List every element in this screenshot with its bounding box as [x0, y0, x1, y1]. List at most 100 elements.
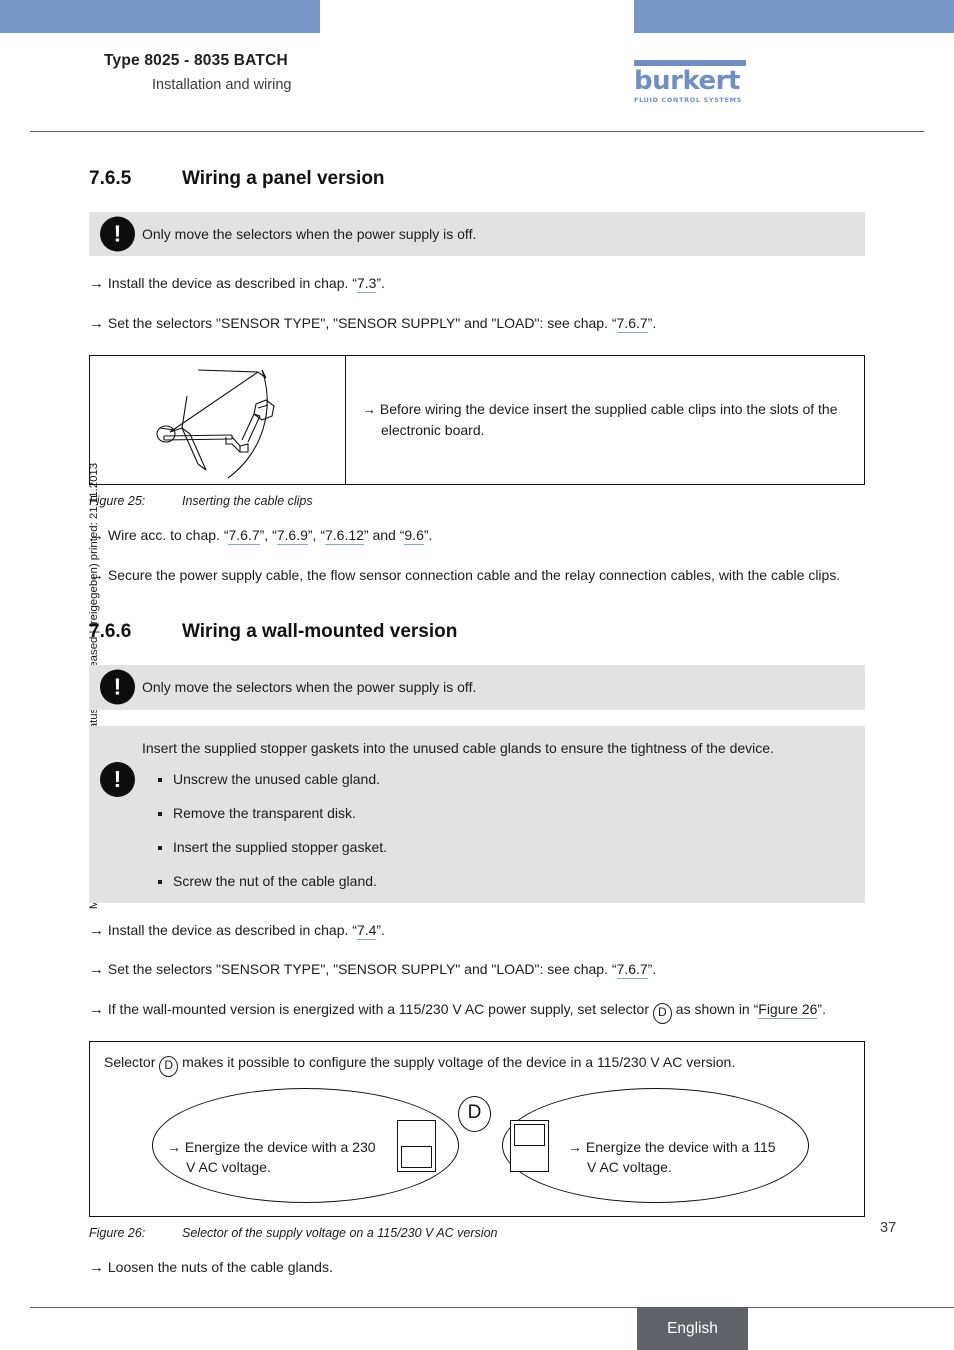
note-intro-text: Insert the supplied stopper gaskets into…	[142, 739, 774, 756]
burkert-logo: burkert FLUID CONTROL SYSTEMS	[634, 60, 746, 104]
heading-text: Wiring a wall-mounted version	[182, 621, 458, 643]
top-accent-bar-right	[634, 0, 954, 33]
header-divider	[30, 131, 924, 132]
option-115v-label: Energize the device with a 115 V AC volt…	[585, 1138, 776, 1176]
language-badge: English	[637, 1308, 748, 1350]
footer-divider	[30, 1307, 954, 1308]
option-230v-label: Energize the device with a 230 V AC volt…	[184, 1138, 376, 1176]
figure-25-caption-text: Inserting the cable clips	[182, 494, 313, 509]
note-text: Only move the selectors when the power s…	[142, 679, 477, 696]
document-subtitle: Installation and wiring	[152, 77, 292, 93]
chapter-link-7-6-7[interactable]: 7.6.7	[228, 527, 260, 546]
warning-icon-glyph: !	[113, 765, 122, 792]
list-item: Insert the supplied stopper gasket.	[158, 839, 851, 855]
logo-wordmark: burkert	[634, 66, 740, 96]
selector-switch-230v	[397, 1119, 436, 1172]
figure-26-lead-post: makes it possible to configure the suppl…	[178, 1053, 736, 1070]
step-sep: ”, “	[307, 527, 325, 544]
note-bullet-list: Unscrew the unused cable gland. Remove t…	[142, 771, 851, 889]
arrow-icon: →	[89, 1258, 104, 1276]
heading-number: 7.6.5	[89, 168, 132, 189]
step-wire-acc: → Wire acc. to chap. “7.6.7”, “7.6.9”, “…	[89, 525, 865, 548]
list-item: Screw the nut of the cable gland.	[158, 873, 851, 889]
figure-link-26[interactable]: Figure 26	[758, 1000, 818, 1019]
step-text-pre: Install the device as described in chap.…	[107, 921, 357, 938]
selector-d-icon: D	[159, 1055, 179, 1077]
figure-26-lead-pre: Selector	[104, 1053, 160, 1070]
figure-25-label: Figure 25:	[89, 494, 146, 509]
arrow-icon: →	[89, 275, 104, 293]
step-set-selectors: → Set the selectors "SENSOR TYPE", "SENS…	[89, 313, 865, 336]
figure-25-instruction: → Before wiring the device insert the su…	[362, 399, 852, 441]
heading-text: Wiring a panel version	[182, 168, 385, 189]
page-content: 7.6.5 Wiring a panel version ! Only move…	[89, 168, 865, 1279]
heading-7-6-6: 7.6.6 Wiring a wall-mounted version	[89, 621, 865, 643]
document-title: Type 8025 - 8035 BATCH	[104, 52, 288, 69]
step-secure-cables: → Secure the power supply cable, the flo…	[89, 565, 865, 588]
step-install-device: → Install the device as described in cha…	[89, 273, 865, 296]
option-115v-text: → Energize the device with a 115 V AC vo…	[568, 1137, 777, 1178]
step-text-pre: Install the device as described in chap.…	[107, 275, 357, 292]
step-text-post: ”.	[376, 921, 385, 938]
warning-icon-glyph: !	[113, 673, 122, 700]
figure-25-illustration-cell	[90, 356, 346, 485]
note-box-stopper-gaskets: ! Insert the supplied stopper gaskets in…	[89, 725, 865, 903]
chapter-link-7-6-9[interactable]: 7.6.9	[276, 527, 308, 546]
arrow-icon: →	[89, 961, 104, 979]
step-text: Secure the power supply cable, the flow …	[107, 566, 841, 583]
list-item: Remove the transparent disk.	[158, 805, 851, 821]
step-text-pre: If the wall-mounted version is energized…	[107, 1000, 653, 1017]
arrow-icon: →	[89, 566, 104, 584]
page-number: 37	[880, 1220, 897, 1236]
step-sep: ”, “	[259, 527, 277, 544]
chapter-link-9-6[interactable]: 9.6	[404, 527, 424, 546]
note-text: Only move the selectors when the power s…	[142, 226, 477, 242]
figure-26-caption: Figure 26: Selector of the supply voltag…	[89, 1226, 865, 1240]
arrow-icon: →	[89, 1000, 104, 1018]
arrow-icon: →	[89, 527, 104, 545]
arrow-icon: →	[568, 1138, 582, 1155]
switch-slider-up	[514, 1123, 545, 1146]
chapter-link-7-6-7[interactable]: 7.6.7	[616, 961, 648, 980]
step-text-pre: Set the selectors "SENSOR TYPE", "SENSOR…	[107, 961, 617, 978]
selector-d-marker: D	[458, 1095, 491, 1132]
note-box-selectors-power-off: ! Only move the selectors when the power…	[89, 212, 865, 257]
chapter-link-7-6-12[interactable]: 7.6.12	[324, 527, 364, 546]
top-accent-bar-left	[0, 0, 320, 33]
figure-26-label: Figure 26:	[89, 1225, 146, 1240]
step-text-post: ”.	[817, 1000, 826, 1017]
list-item: Unscrew the unused cable gland.	[158, 771, 851, 787]
step-selector-voltage: → If the wall-mounted version is energiz…	[89, 999, 865, 1024]
step-loosen-nuts: → Loosen the nuts of the cable glands.	[89, 1257, 865, 1280]
figure-25-instruction-text: Before wiring the device insert the supp…	[379, 401, 838, 439]
figure-25-box: → Before wiring the device insert the su…	[89, 355, 865, 486]
step-text-pre: Set the selectors "SENSOR TYPE", "SENSOR…	[107, 314, 617, 331]
figure-25-text-cell: → Before wiring the device insert the su…	[346, 356, 864, 484]
figure-26-caption-text: Selector of the supply voltage on a 115/…	[182, 1225, 498, 1240]
figure-26-box: Selector D makes it possible to configur…	[89, 1040, 865, 1217]
step-text-post: ”.	[423, 527, 433, 544]
logo-tagline: FLUID CONTROL SYSTEMS	[634, 96, 743, 104]
arrow-icon: →	[362, 401, 376, 418]
step-text-mid: as shown in “	[671, 1000, 759, 1017]
step-text: Loosen the nuts of the cable glands.	[107, 1258, 333, 1275]
chapter-link-7-3[interactable]: 7.3	[356, 275, 377, 294]
figure-25-caption: Figure 25: Inserting the cable clips	[89, 494, 865, 508]
chapter-link-7-4[interactable]: 7.4	[356, 921, 377, 940]
step-text-post: ”.	[647, 961, 657, 978]
step-install-device-wall: → Install the device as described in cha…	[89, 920, 865, 943]
arrow-icon: →	[89, 314, 104, 332]
step-text-pre: Wire acc. to chap. “	[107, 527, 229, 544]
figure-26-lead: Selector D makes it possible to configur…	[104, 1054, 850, 1077]
cable-clip-illustration	[156, 369, 275, 479]
step-text-post: ”.	[647, 314, 657, 331]
selector-d-icon: D	[652, 1002, 672, 1024]
arrow-icon: →	[167, 1138, 181, 1155]
chapter-link-7-6-7[interactable]: 7.6.7	[616, 314, 648, 333]
arrow-icon: →	[89, 921, 104, 939]
selector-switch-115v	[510, 1119, 549, 1172]
warning-icon: !	[100, 669, 135, 705]
warning-icon-glyph: !	[113, 220, 122, 247]
heading-number: 7.6.6	[89, 621, 132, 643]
switch-slider-down	[401, 1145, 432, 1168]
